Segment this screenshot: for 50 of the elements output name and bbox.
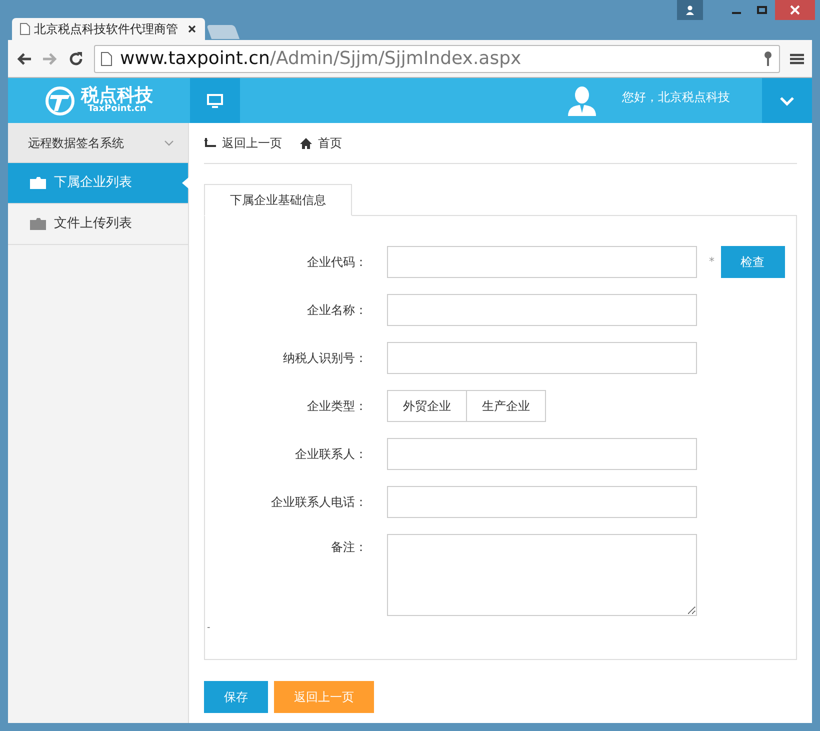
page-icon [101, 52, 112, 66]
input-field[interactable] [387, 246, 697, 278]
input-field[interactable] [387, 342, 697, 374]
tab-title: 北京税点科技软件代理商管 [34, 21, 179, 38]
logo-domain: TaxPoint.cn [88, 105, 146, 114]
reload-icon[interactable] [68, 50, 84, 66]
key-icon[interactable] [763, 50, 773, 66]
logo-icon [43, 86, 77, 116]
url-text: www.taxpoint.cn/Admin/Sjjm/SjjmIndex.aspx [120, 47, 522, 71]
tab[interactable]: 下属企业基础信息 [204, 184, 352, 216]
chevron-down-icon [779, 96, 795, 106]
home-icon [300, 138, 312, 148]
page-icon [20, 23, 30, 35]
field-label: 企业代码： [306, 254, 368, 271]
input-field[interactable] [387, 486, 697, 518]
input-field[interactable] [387, 534, 697, 616]
return-arrow-icon [204, 138, 216, 148]
field-label: 企业名称： [306, 302, 368, 319]
address-bar[interactable]: www.taxpoint.cn/Admin/Sjjm/SjjmIndex.aspx [94, 44, 780, 72]
option-button[interactable]: 外贸企业 [387, 390, 467, 422]
back-link[interactable]: 返回上一页 [204, 134, 282, 152]
field-label: 企业联系人： [294, 446, 368, 463]
folder-icon [30, 177, 46, 189]
monitor-icon [207, 94, 223, 108]
item-label: 文件上传列表 [54, 215, 132, 234]
user-icon[interactable] [677, 0, 703, 20]
back-arrow-icon[interactable] [16, 52, 32, 66]
field-label: 企业联系人电话： [270, 494, 368, 511]
option-button[interactable]: 生产企业 [467, 390, 546, 422]
user-avatar-icon [568, 86, 596, 116]
home-link[interactable]: 首页 [300, 134, 342, 152]
logo-name: 税点科技 [81, 87, 153, 105]
desktop-button[interactable] [190, 78, 240, 123]
close-icon[interactable] [188, 25, 196, 33]
item-label: 下属企业列表 [54, 174, 132, 192]
field-label: 备注： [330, 539, 368, 556]
greeting-text: 您好，北京税点科技 [622, 88, 730, 106]
input-field[interactable] [387, 294, 697, 326]
sidebar-item[interactable]: 文件上传列表 [8, 204, 188, 245]
sidebar-group-header[interactable]: 远程数据签名系统 [8, 123, 188, 163]
menu-icon[interactable] [790, 52, 804, 64]
required-mark: * [709, 254, 714, 270]
folder-icon [30, 218, 46, 230]
field-label: 企业类型： [306, 398, 368, 415]
stray-mark: - [207, 622, 210, 635]
browser-tab[interactable]: 北京税点科技软件代理商管 [12, 18, 205, 40]
forward-arrow-icon[interactable] [42, 52, 58, 66]
input-field[interactable] [387, 438, 697, 470]
field-label: 纳税人识别号： [282, 350, 368, 367]
new-tab-button[interactable] [206, 25, 240, 39]
